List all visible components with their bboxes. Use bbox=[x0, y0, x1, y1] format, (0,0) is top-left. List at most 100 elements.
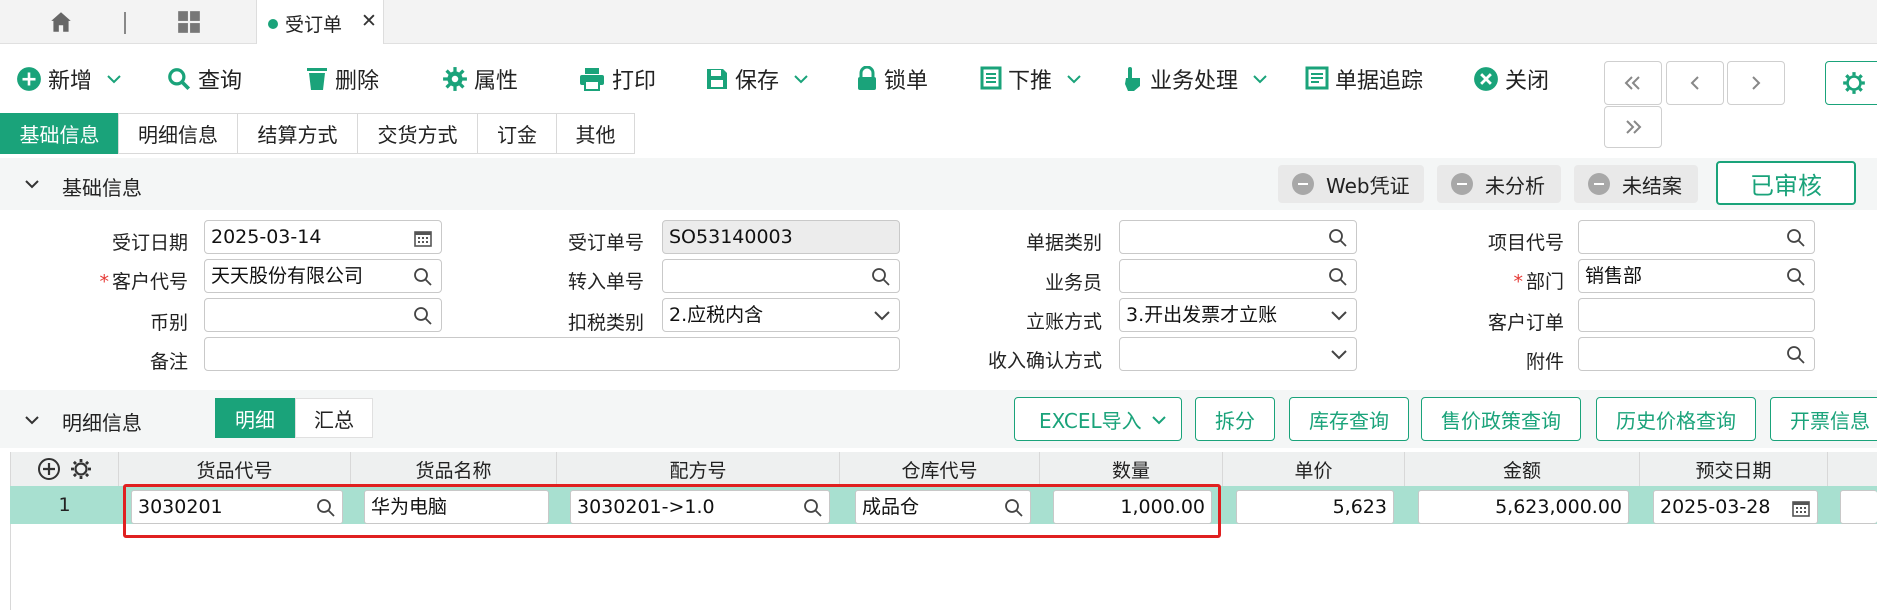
search-icon[interactable] bbox=[1786, 267, 1806, 287]
excel-import-button[interactable]: EXCEL导入 bbox=[1014, 397, 1182, 441]
history-price-query-button[interactable]: 历史价格查询 bbox=[1596, 397, 1756, 441]
customer-order-field[interactable] bbox=[1578, 298, 1815, 332]
column-header-amount[interactable]: 金额 bbox=[1405, 452, 1640, 486]
chevron-down-icon[interactable] bbox=[1330, 310, 1348, 322]
query-button[interactable]: 查询 bbox=[166, 65, 243, 94]
currency-field[interactable] bbox=[204, 298, 442, 332]
order-no-value: SO53140003 bbox=[669, 226, 793, 248]
chevron-down-icon[interactable] bbox=[793, 73, 809, 85]
column-header-unit-price[interactable]: 单价 bbox=[1223, 452, 1405, 486]
web-voucher-label: Web凭证 bbox=[1326, 173, 1410, 198]
add-row-icon[interactable] bbox=[37, 457, 61, 481]
chevron-down-icon[interactable] bbox=[1252, 73, 1268, 85]
search-icon[interactable] bbox=[1786, 228, 1806, 248]
summary-view-toggle[interactable]: 汇总 bbox=[295, 398, 373, 438]
calendar-icon[interactable] bbox=[1791, 498, 1811, 518]
trash-icon bbox=[307, 68, 327, 90]
trace-button[interactable]: 单据追踪 bbox=[1305, 65, 1423, 94]
lock-button[interactable]: 锁单 bbox=[856, 65, 928, 94]
invoice-info-button[interactable]: 开票信息 bbox=[1770, 397, 1877, 441]
attachment-field[interactable] bbox=[1578, 337, 1815, 371]
transfer-no-field[interactable] bbox=[662, 259, 900, 293]
unit-price-cell[interactable]: 5,623 bbox=[1236, 490, 1394, 524]
gear-icon[interactable] bbox=[69, 457, 93, 481]
income-confirm-select[interactable] bbox=[1119, 337, 1357, 371]
attributes-button[interactable]: 属性 bbox=[442, 65, 518, 94]
business-button[interactable]: 业务处理 bbox=[1122, 65, 1268, 94]
price-policy-query-button[interactable]: 售价政策查询 bbox=[1421, 397, 1581, 441]
account-method-select[interactable]: 3.开出发票才立账 bbox=[1119, 298, 1357, 332]
overflow-cell[interactable] bbox=[1840, 490, 1877, 524]
subtab-delivery[interactable]: 交货方式 bbox=[357, 113, 478, 154]
search-icon[interactable] bbox=[1786, 345, 1806, 365]
unanalyzed-status[interactable]: 未分析 bbox=[1437, 165, 1561, 203]
remark-field[interactable] bbox=[204, 337, 900, 371]
chevron-down-icon[interactable] bbox=[106, 73, 122, 85]
split-button[interactable]: 拆分 bbox=[1195, 397, 1275, 441]
subtab-deposit[interactable]: 订金 bbox=[477, 113, 557, 154]
add-button[interactable]: 新增 bbox=[16, 65, 122, 94]
column-header-delivery-date[interactable]: 预交日期 bbox=[1640, 452, 1828, 486]
customer-code-field[interactable]: 天天股份有限公司 bbox=[204, 259, 442, 293]
doc-type-field[interactable] bbox=[1119, 220, 1357, 254]
delete-label: 删除 bbox=[335, 69, 380, 94]
chevron-down-icon[interactable] bbox=[24, 178, 40, 190]
first-record-button[interactable] bbox=[1604, 61, 1662, 105]
column-header-goods-name[interactable]: 货品名称 bbox=[351, 452, 557, 486]
double-chevron-right-icon bbox=[1626, 120, 1642, 134]
chevron-down-icon[interactable] bbox=[24, 414, 40, 426]
chevron-down-icon[interactable] bbox=[1066, 73, 1082, 85]
excel-import-label: EXCEL导入 bbox=[1039, 408, 1142, 433]
prev-record-button[interactable] bbox=[1666, 61, 1724, 105]
column-header-quantity[interactable]: 数量 bbox=[1040, 452, 1223, 486]
unclosed-status[interactable]: 未结案 bbox=[1574, 165, 1698, 203]
tab-sales-order[interactable]: 受订单 ✕ bbox=[256, 0, 384, 44]
chevron-down-icon[interactable] bbox=[1151, 415, 1167, 427]
detail-view-toggle[interactable]: 明细 bbox=[215, 398, 295, 438]
save-button[interactable]: 保存 bbox=[705, 65, 809, 94]
last-record-button[interactable] bbox=[1604, 106, 1662, 148]
home-icon[interactable] bbox=[48, 9, 74, 35]
delivery-date-cell[interactable]: 2025-03-28 bbox=[1653, 490, 1818, 524]
department-field[interactable]: 销售部 bbox=[1578, 259, 1815, 293]
tab-bar: 受订单 ✕ bbox=[0, 0, 1877, 44]
grid-apps-icon[interactable] bbox=[176, 9, 202, 35]
settings-button[interactable] bbox=[1825, 61, 1877, 105]
subtab-other[interactable]: 其他 bbox=[556, 113, 635, 154]
tax-type-select[interactable]: 2.应税内含 bbox=[662, 298, 900, 332]
project-code-field[interactable] bbox=[1578, 220, 1815, 254]
web-voucher-status[interactable]: Web凭证 bbox=[1278, 165, 1424, 203]
search-icon[interactable] bbox=[1328, 228, 1348, 248]
column-header-warehouse-code[interactable]: 仓库代号 bbox=[840, 452, 1040, 486]
chevron-down-icon[interactable] bbox=[1330, 349, 1348, 361]
query-label: 查询 bbox=[198, 69, 243, 94]
subtab-detail-info[interactable]: 明细信息 bbox=[118, 113, 238, 154]
search-icon[interactable] bbox=[1328, 267, 1348, 287]
delete-button[interactable]: 删除 bbox=[305, 65, 380, 94]
subtab-settlement[interactable]: 结算方式 bbox=[237, 113, 358, 154]
search-icon[interactable] bbox=[413, 267, 433, 287]
order-date-field[interactable]: 2025-03-14 bbox=[204, 220, 442, 254]
print-button[interactable]: 打印 bbox=[578, 65, 657, 94]
lock-icon bbox=[858, 66, 876, 90]
close-tab-icon[interactable]: ✕ bbox=[361, 10, 377, 32]
stock-query-button[interactable]: 库存查询 bbox=[1289, 397, 1409, 441]
subtab-basic-info[interactable]: 基础信息 bbox=[0, 113, 119, 154]
close-button[interactable]: 关闭 bbox=[1473, 65, 1549, 94]
column-header-goods-code[interactable]: 货品代号 bbox=[119, 452, 351, 486]
double-chevron-left-icon bbox=[1624, 76, 1640, 90]
calendar-icon[interactable] bbox=[413, 228, 433, 248]
next-record-button[interactable] bbox=[1727, 61, 1785, 105]
remark-label: 备注 bbox=[149, 351, 188, 373]
push-down-button[interactable]: 下推 bbox=[980, 65, 1082, 94]
search-icon bbox=[168, 68, 191, 91]
chevron-down-icon[interactable] bbox=[873, 310, 891, 322]
order-date-value: 2025-03-14 bbox=[211, 226, 322, 248]
salesman-field[interactable] bbox=[1119, 259, 1357, 293]
amount-cell[interactable]: 5,623,000.00 bbox=[1418, 490, 1629, 524]
currency-label: 币别 bbox=[149, 312, 188, 334]
search-icon[interactable] bbox=[871, 267, 891, 287]
column-header-formula-no[interactable]: 配方号 bbox=[557, 452, 840, 486]
search-icon[interactable] bbox=[413, 306, 433, 326]
print-label: 打印 bbox=[612, 69, 657, 94]
